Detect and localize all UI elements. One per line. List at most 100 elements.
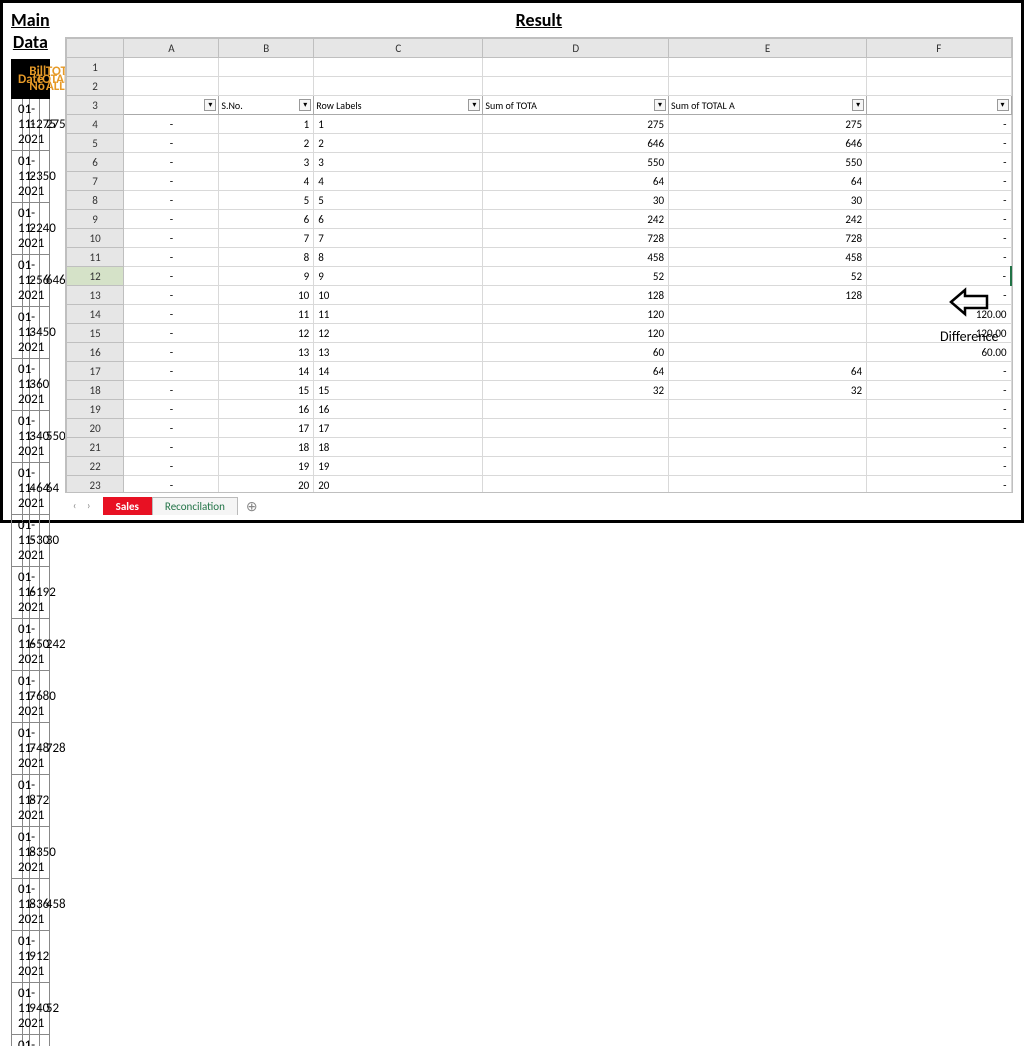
cell[interactable]: [669, 400, 867, 419]
cell[interactable]: [483, 438, 669, 457]
cell[interactable]: 550: [483, 153, 669, 172]
cell[interactable]: 275: [483, 115, 669, 134]
cell[interactable]: [867, 77, 1011, 96]
cell[interactable]: -: [124, 191, 219, 210]
cell[interactable]: 7: [219, 229, 314, 248]
cell[interactable]: [483, 457, 669, 476]
cell[interactable]: 12: [314, 324, 483, 343]
excel-row[interactable]: 17-14146464-: [66, 362, 1011, 381]
cell[interactable]: [669, 305, 867, 324]
tab-add[interactable]: ⊕: [238, 498, 266, 515]
cell[interactable]: 242: [669, 210, 867, 229]
cell[interactable]: -: [867, 419, 1011, 438]
row-header[interactable]: 18: [66, 381, 124, 400]
cell[interactable]: 8: [219, 248, 314, 267]
cell[interactable]: 1: [219, 115, 314, 134]
cell[interactable]: -: [867, 229, 1011, 248]
cell[interactable]: 16: [219, 400, 314, 419]
cell[interactable]: 13: [314, 343, 483, 362]
row-header[interactable]: 9: [66, 210, 124, 229]
cell[interactable]: 2: [314, 134, 483, 153]
col-e[interactable]: E: [669, 39, 867, 58]
cell[interactable]: [124, 77, 219, 96]
row-header[interactable]: 8: [66, 191, 124, 210]
excel-row[interactable]: 13-1010128128-: [66, 286, 1011, 305]
cell[interactable]: 728: [483, 229, 669, 248]
cell[interactable]: [483, 419, 669, 438]
cell[interactable]: 458: [483, 248, 669, 267]
cell[interactable]: 17: [314, 419, 483, 438]
row-header[interactable]: 13: [66, 286, 124, 305]
col-f[interactable]: F: [867, 39, 1011, 58]
cell[interactable]: 20: [219, 476, 314, 494]
cell[interactable]: 30: [483, 191, 669, 210]
cell[interactable]: -: [124, 229, 219, 248]
cell[interactable]: -: [867, 153, 1011, 172]
cell[interactable]: 18: [314, 438, 483, 457]
cell[interactable]: [483, 77, 669, 96]
excel-row[interactable]: 2: [66, 77, 1011, 96]
excel-row[interactable]: 12-995252-: [66, 267, 1011, 286]
dropdown-arrow-icon[interactable]: ▾: [204, 99, 216, 111]
cell[interactable]: [483, 476, 669, 494]
excel-row[interactable]: 21-1818-: [66, 438, 1011, 457]
row-header[interactable]: 5: [66, 134, 124, 153]
cell[interactable]: [483, 58, 669, 77]
cell[interactable]: [669, 438, 867, 457]
excel-row[interactable]: 14-1111120120.00: [66, 305, 1011, 324]
cell[interactable]: -: [867, 457, 1011, 476]
cell[interactable]: 30: [669, 191, 867, 210]
cell[interactable]: 242: [483, 210, 669, 229]
excel-row[interactable]: 6-33550550-: [66, 153, 1011, 172]
col-b[interactable]: B: [219, 39, 314, 58]
row-header[interactable]: 16: [66, 343, 124, 362]
cell[interactable]: -: [867, 191, 1011, 210]
cell[interactable]: -: [124, 153, 219, 172]
cell[interactable]: 9: [314, 267, 483, 286]
cell[interactable]: 4: [314, 172, 483, 191]
filter-header[interactable]: Row Labels▾: [314, 96, 483, 115]
cell[interactable]: -: [124, 400, 219, 419]
row-header[interactable]: 11: [66, 248, 124, 267]
excel-row[interactable]: 9-66242242-: [66, 210, 1011, 229]
cell[interactable]: 17: [219, 419, 314, 438]
cell[interactable]: -: [124, 381, 219, 400]
cell[interactable]: -: [867, 172, 1011, 191]
excel-row[interactable]: 15-1212120120.00: [66, 324, 1011, 343]
excel-row[interactable]: 7-446464-: [66, 172, 1011, 191]
sheet-nav-arrows[interactable]: ‹ ›: [65, 499, 103, 512]
dropdown-arrow-icon[interactable]: ▾: [654, 99, 666, 111]
cell[interactable]: 646: [483, 134, 669, 153]
cell[interactable]: 6: [314, 210, 483, 229]
cell[interactable]: [669, 476, 867, 494]
cell[interactable]: 8: [314, 248, 483, 267]
cell[interactable]: 550: [669, 153, 867, 172]
row-header[interactable]: 14: [66, 305, 124, 324]
excel-row[interactable]: 5-22646646-: [66, 134, 1011, 153]
cell[interactable]: 11: [219, 305, 314, 324]
row-header[interactable]: 17: [66, 362, 124, 381]
row-header[interactable]: 21: [66, 438, 124, 457]
cell[interactable]: -: [124, 115, 219, 134]
cell[interactable]: 12: [219, 324, 314, 343]
excel-row[interactable]: 10-77728728-: [66, 229, 1011, 248]
filter-header[interactable]: S.No.▾: [219, 96, 314, 115]
cell[interactable]: 728: [669, 229, 867, 248]
cell[interactable]: -: [124, 343, 219, 362]
cell[interactable]: [669, 58, 867, 77]
filter-header[interactable]: Sum of TOTA▾: [483, 96, 669, 115]
col-d[interactable]: D: [483, 39, 669, 58]
dropdown-arrow-icon[interactable]: ▾: [299, 99, 311, 111]
cell[interactable]: 128: [669, 286, 867, 305]
cell[interactable]: -: [867, 134, 1011, 153]
cell[interactable]: [314, 77, 483, 96]
cell[interactable]: 64: [483, 362, 669, 381]
cell[interactable]: [124, 58, 219, 77]
row-header[interactable]: 1: [66, 58, 124, 77]
row-header[interactable]: 4: [66, 115, 124, 134]
row-header[interactable]: 7: [66, 172, 124, 191]
cell[interactable]: 9: [219, 267, 314, 286]
row-header[interactable]: 23: [66, 476, 124, 494]
cell[interactable]: [314, 58, 483, 77]
cell[interactable]: -: [124, 324, 219, 343]
